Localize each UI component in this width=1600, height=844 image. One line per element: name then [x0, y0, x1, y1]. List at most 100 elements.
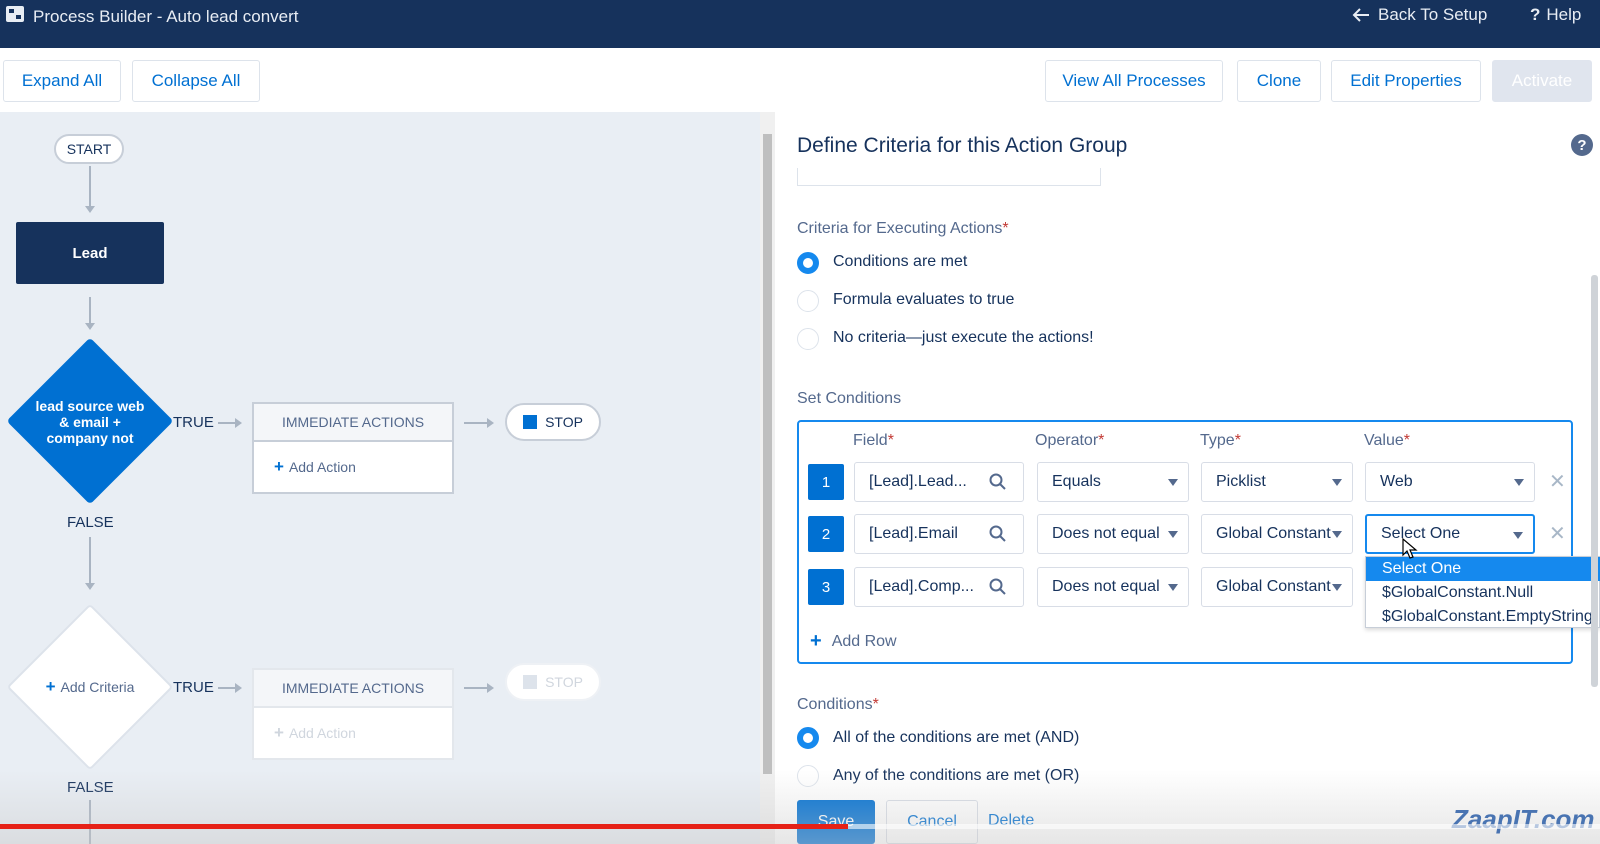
panel-scrollbar[interactable] — [1591, 275, 1598, 687]
field-value: [Lead].Email — [869, 525, 958, 542]
search-icon[interactable] — [989, 473, 1007, 491]
remove-row-icon[interactable]: ✕ — [1549, 521, 1566, 546]
immediate-actions-box: IMMEDIATE ACTIONS + Add Action — [252, 402, 454, 494]
connector-arrow — [85, 323, 95, 330]
stop-icon — [523, 675, 538, 689]
video-progress-fill — [0, 824, 848, 829]
type-value: Global Constant — [1216, 578, 1331, 595]
radio-all-conditions[interactable] — [797, 727, 819, 749]
radio-conditions-met[interactable] — [797, 252, 819, 274]
chevron-down-icon — [1168, 531, 1178, 538]
immediate-actions-header: IMMEDIATE ACTIONS — [254, 670, 452, 708]
radio-formula-true-label: Formula evaluates to true — [833, 291, 1015, 308]
cancel-button[interactable]: Cancel — [886, 800, 978, 844]
field-value: [Lead].Lead... — [869, 473, 967, 490]
false-label: FALSE — [67, 514, 114, 531]
conditions-logic-text: Conditions — [797, 696, 873, 713]
row-number: 3 — [808, 569, 844, 605]
canvas-scrollbar[interactable] — [760, 112, 775, 844]
plus-icon: + — [810, 630, 822, 652]
chevron-down-icon — [1332, 479, 1342, 486]
set-conditions-label: Set Conditions — [797, 390, 902, 407]
help-circle-icon[interactable]: ? — [1571, 134, 1593, 156]
field-picker[interactable]: [Lead].Lead... — [854, 462, 1024, 502]
value-dropdown-menu: Select One $GlobalConstant.Null $GlobalC… — [1365, 556, 1600, 628]
value-select[interactable]: Select One — [1365, 514, 1535, 554]
add-row-link[interactable]: + Add Row — [810, 630, 897, 653]
field-value: [Lead].Comp... — [869, 578, 974, 595]
field-picker[interactable]: [Lead].Email — [854, 514, 1024, 554]
canvas-scrollbar-thumb[interactable] — [763, 134, 772, 774]
radio-no-criteria[interactable] — [797, 328, 819, 350]
question-icon: ? — [1530, 5, 1541, 24]
stop-icon — [523, 415, 538, 429]
column-header-value-text: Value — [1364, 432, 1404, 449]
clone-button[interactable]: Clone — [1237, 60, 1321, 102]
dropdown-option[interactable]: $GlobalConstant.EmptyString — [1366, 605, 1600, 629]
connector — [89, 297, 91, 325]
activate-button[interactable]: Activate — [1492, 60, 1592, 102]
plus-icon: + — [274, 723, 284, 742]
add-criteria-label: Add Criteria — [60, 679, 135, 695]
chevron-down-icon — [1332, 584, 1342, 591]
operator-select[interactable]: Does not equal — [1037, 567, 1189, 607]
radio-formula-true[interactable] — [797, 290, 819, 312]
radio-conditions-met-label: Conditions are met — [833, 253, 968, 270]
mouse-cursor-icon — [1402, 538, 1418, 559]
value-select[interactable]: Web — [1365, 462, 1535, 502]
video-progress-bar[interactable] — [0, 824, 1600, 829]
chevron-down-icon — [1514, 479, 1524, 486]
column-header-field: Field* — [853, 432, 894, 449]
back-to-setup-link[interactable]: Back To Setup — [1352, 5, 1487, 25]
radio-any-conditions[interactable] — [797, 765, 819, 787]
immediate-actions-header: IMMEDIATE ACTIONS — [254, 404, 452, 442]
value-value: Select One — [1381, 525, 1461, 542]
type-select[interactable]: Global Constant — [1201, 514, 1353, 554]
type-select[interactable]: Global Constant — [1201, 567, 1353, 607]
process-builder-icon — [6, 6, 24, 22]
radio-all-conditions-label: All of the conditions are met (AND) — [833, 729, 1080, 746]
add-action-link: + Add Action — [254, 708, 452, 758]
expand-all-button[interactable]: Expand All — [3, 60, 121, 102]
edit-properties-button[interactable]: Edit Properties — [1331, 60, 1481, 102]
dropdown-option[interactable]: $GlobalConstant.Null — [1366, 581, 1600, 605]
dropdown-option[interactable]: Select One — [1366, 557, 1600, 581]
connector-arrow — [85, 583, 95, 590]
true-label: TRUE — [173, 414, 214, 431]
operator-select[interactable]: Equals — [1037, 462, 1189, 502]
plus-icon: + — [45, 677, 56, 696]
row-number: 1 — [808, 464, 844, 500]
search-icon[interactable] — [989, 525, 1007, 543]
stop-node: STOP — [505, 403, 601, 441]
connector-arrow — [464, 683, 494, 693]
save-button[interactable]: Save — [797, 800, 875, 844]
field-picker[interactable]: [Lead].Comp... — [854, 567, 1024, 607]
collapse-all-button[interactable]: Collapse All — [132, 60, 260, 102]
criteria-executing-text: Criteria for Executing Actions — [797, 220, 1003, 237]
operator-select[interactable]: Does not equal — [1037, 514, 1189, 554]
connector — [89, 166, 91, 208]
view-all-processes-button[interactable]: View All Processes — [1045, 60, 1223, 102]
chevron-down-icon — [1513, 532, 1523, 539]
connector — [89, 537, 91, 585]
type-select[interactable]: Picklist — [1201, 462, 1353, 502]
column-header-operator: Operator* — [1035, 432, 1105, 449]
remove-row-icon[interactable]: ✕ — [1549, 469, 1566, 494]
connector — [89, 800, 91, 844]
connector-arrow — [85, 206, 95, 213]
help-link[interactable]: ? Help — [1530, 5, 1581, 25]
help-label: Help — [1546, 5, 1582, 24]
add-action-link[interactable]: + Add Action — [254, 442, 452, 492]
object-node-lead[interactable]: Lead — [16, 222, 164, 284]
chevron-down-icon — [1168, 479, 1178, 486]
panel-title: Define Criteria for this Action Group — [797, 134, 1128, 157]
back-to-setup-label: Back To Setup — [1378, 5, 1488, 24]
search-icon[interactable] — [989, 578, 1007, 596]
operator-value: Does not equal — [1052, 578, 1160, 595]
column-header-operator-text: Operator — [1035, 432, 1099, 449]
chevron-down-icon — [1332, 531, 1342, 538]
true-label: TRUE — [173, 679, 214, 696]
add-criteria-link[interactable]: + Add Criteria — [30, 677, 150, 696]
add-action-label: Add Action — [288, 459, 356, 475]
radio-any-conditions-label: Any of the conditions are met (OR) — [833, 767, 1080, 784]
